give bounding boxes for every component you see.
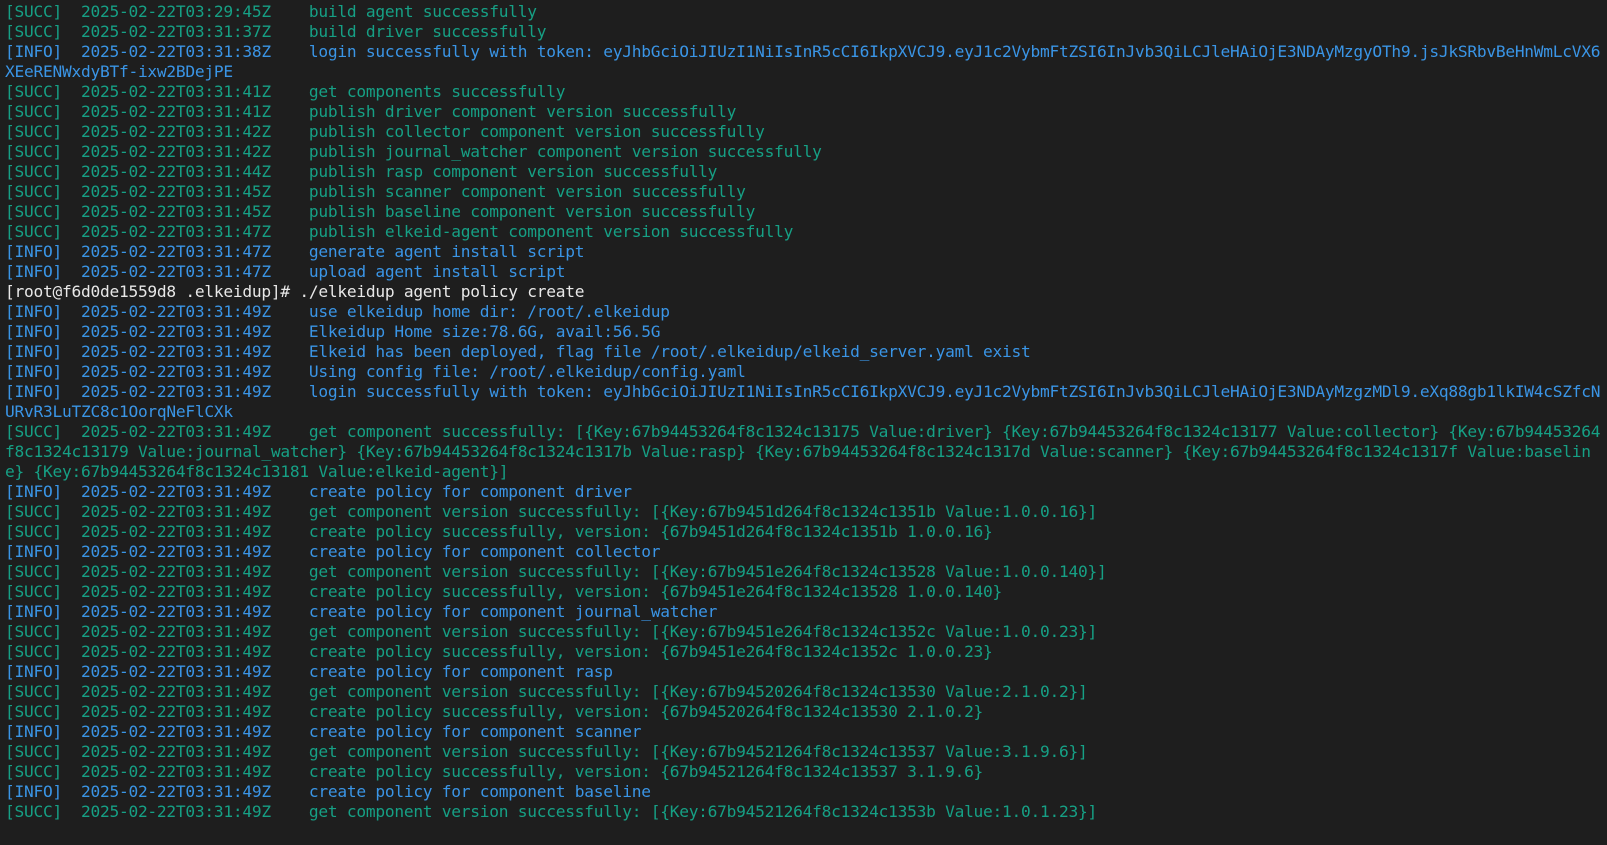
- log-line: [SUCC] 2025-02-22T03:31:49Z create polic…: [5, 642, 993, 661]
- log-line: [SUCC] 2025-02-22T03:31:49Z create polic…: [5, 762, 984, 781]
- log-line: [INFO] 2025-02-22T03:31:38Z login succes…: [5, 42, 1601, 81]
- log-line: [SUCC] 2025-02-22T03:31:44Z publish rasp…: [5, 162, 718, 181]
- log-line: [SUCC] 2025-02-22T03:31:49Z create polic…: [5, 702, 984, 721]
- log-line: [SUCC] 2025-02-22T03:31:37Z build driver…: [5, 22, 547, 41]
- log-line: [SUCC] 2025-02-22T03:31:42Z publish coll…: [5, 122, 765, 141]
- log-line: [SUCC] 2025-02-22T03:31:49Z get componen…: [5, 502, 1098, 521]
- log-line: [INFO] 2025-02-22T03:31:47Z upload agent…: [5, 262, 566, 281]
- log-line: [INFO] 2025-02-22T03:31:49Z Using config…: [5, 362, 746, 381]
- log-line: [INFO] 2025-02-22T03:31:49Z create polic…: [5, 662, 613, 681]
- log-line: [SUCC] 2025-02-22T03:31:45Z publish scan…: [5, 182, 746, 201]
- log-line: [SUCC] 2025-02-22T03:31:47Z publish elke…: [5, 222, 794, 241]
- log-line: [INFO] 2025-02-22T03:31:49Z create polic…: [5, 602, 718, 621]
- log-line: [SUCC] 2025-02-22T03:31:49Z get componen…: [5, 742, 1088, 761]
- log-line: [INFO] 2025-02-22T03:31:49Z create polic…: [5, 482, 632, 501]
- log-line: [INFO] 2025-02-22T03:31:49Z use elkeidup…: [5, 302, 670, 321]
- log-line: [SUCC] 2025-02-22T03:31:49Z get componen…: [5, 802, 1098, 821]
- terminal-window[interactable]: [SUCC] 2025-02-22T03:29:45Z build agent …: [0, 0, 1607, 845]
- log-line: [SUCC] 2025-02-22T03:31:49Z get componen…: [5, 562, 1107, 581]
- log-line: [SUCC] 2025-02-22T03:31:41Z publish driv…: [5, 102, 737, 121]
- log-line: [SUCC] 2025-02-22T03:31:42Z publish jour…: [5, 142, 822, 161]
- log-line: [INFO] 2025-02-22T03:31:49Z create polic…: [5, 782, 651, 801]
- log-line: [SUCC] 2025-02-22T03:31:49Z get componen…: [5, 422, 1601, 481]
- log-line: [INFO] 2025-02-22T03:31:49Z create polic…: [5, 722, 642, 741]
- log-line: [INFO] 2025-02-22T03:31:49Z Elkeid has b…: [5, 342, 1031, 361]
- shell-prompt-command: [root@f6d0de1559d8 .elkeidup]# ./elkeidu…: [5, 282, 585, 301]
- log-line: [SUCC] 2025-02-22T03:31:49Z create polic…: [5, 582, 1003, 601]
- log-line: [SUCC] 2025-02-22T03:31:49Z get componen…: [5, 682, 1088, 701]
- log-line: [SUCC] 2025-02-22T03:31:45Z publish base…: [5, 202, 756, 221]
- log-line: [INFO] 2025-02-22T03:31:49Z create polic…: [5, 542, 661, 561]
- log-line: [INFO] 2025-02-22T03:31:47Z generate age…: [5, 242, 585, 261]
- log-line: [INFO] 2025-02-22T03:31:49Z Elkeidup Hom…: [5, 322, 661, 341]
- log-line: [SUCC] 2025-02-22T03:31:41Z get componen…: [5, 82, 566, 101]
- log-line: [SUCC] 2025-02-22T03:31:49Z get componen…: [5, 622, 1098, 641]
- log-line: [INFO] 2025-02-22T03:31:49Z login succes…: [5, 382, 1601, 421]
- log-line: [SUCC] 2025-02-22T03:31:49Z create polic…: [5, 522, 993, 541]
- log-line: [SUCC] 2025-02-22T03:29:45Z build agent …: [5, 2, 537, 21]
